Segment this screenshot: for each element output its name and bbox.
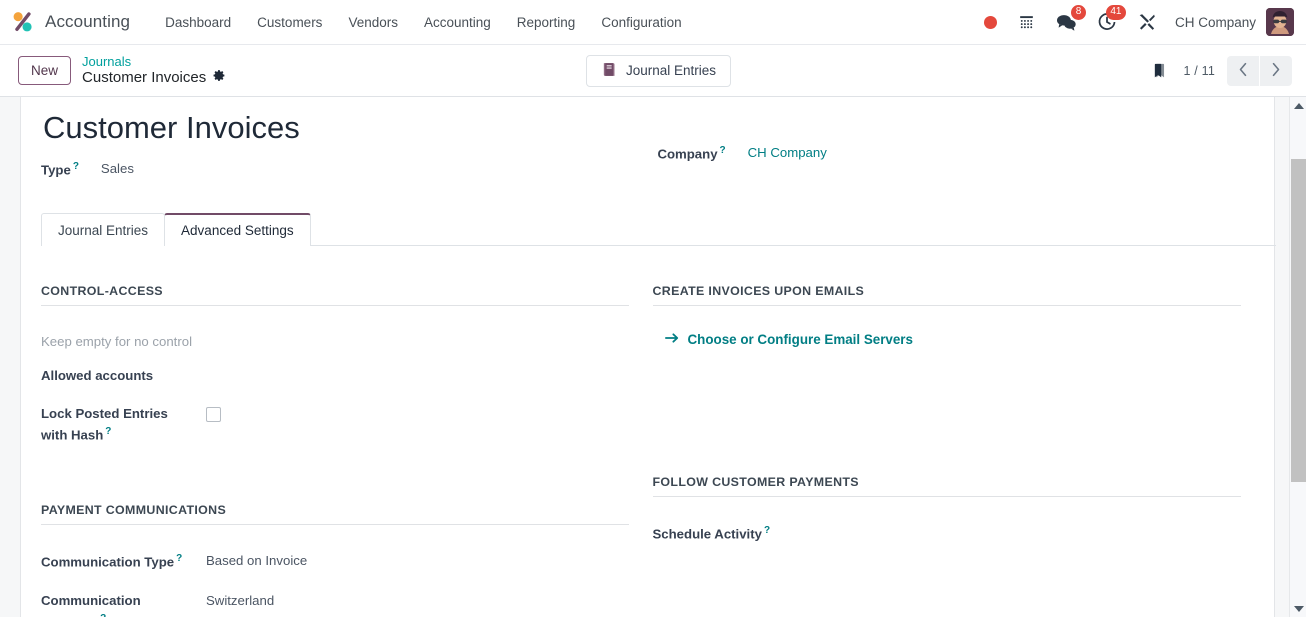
group-title-control-access: CONTROL-ACCESS [41, 284, 629, 306]
allowed-accounts-label: Allowed accounts [41, 367, 154, 383]
right-column: CREATE INVOICES UPON EMAILS Choose or Co… [652, 284, 1255, 617]
help-marker-icon[interactable]: ? [720, 145, 726, 156]
chevron-left-icon [1238, 62, 1248, 80]
scroll-down-arrow-icon[interactable] [1290, 600, 1306, 617]
pager-count[interactable]: 1 / 11 [1183, 64, 1215, 78]
group-title-create-invoices-upon-emails: CREATE INVOICES UPON EMAILS [652, 284, 1241, 306]
journal-entries-stat-label: Journal Entries [626, 63, 717, 78]
journal-entries-stat-button[interactable]: Journal Entries [586, 54, 732, 87]
help-marker-icon[interactable]: ? [764, 525, 770, 536]
field-company-label: Company? [657, 145, 726, 162]
field-type: Type? Sales [41, 159, 657, 181]
field-lock-posted-entries-label: Lock Posted Entries with Hash? [41, 405, 168, 442]
messages-icon[interactable]: 8 [1046, 0, 1087, 45]
tab-advanced-settings[interactable]: Advanced Settings [164, 212, 311, 246]
odoo-logo-icon [10, 9, 36, 35]
chevron-right-icon [1271, 62, 1281, 80]
menu-customers[interactable]: Customers [244, 9, 335, 36]
notebook-tabs: Journal Entries Advanced Settings [41, 212, 1276, 246]
systray: 8 41 CH Company [974, 0, 1294, 45]
tab-journal-entries[interactable]: Journal Entries [41, 212, 166, 246]
top-navbar: Accounting Dashboard Customers Vendors A… [0, 0, 1306, 45]
activities-badge: 41 [1105, 4, 1126, 20]
vertical-scrollbar[interactable] [1289, 97, 1306, 617]
field-schedule-activity-label: Schedule Activity? [652, 524, 771, 542]
arrow-right-icon [664, 332, 679, 347]
configure-email-servers-label: Choose or Configure Email Servers [687, 331, 913, 347]
record-dot-icon[interactable] [974, 0, 1007, 45]
help-marker-icon[interactable]: ? [176, 553, 182, 564]
help-marker-icon[interactable]: ? [73, 161, 79, 172]
menu-vendors[interactable]: Vendors [335, 9, 411, 36]
brand-home-link[interactable]: Accounting [10, 9, 130, 35]
scroll-up-arrow-icon[interactable] [1290, 97, 1306, 114]
form-view-area: EN Customer Invoices Type? Sales Company… [0, 97, 1306, 617]
field-type-value[interactable]: Sales [101, 159, 134, 179]
group-title-payment-communications: PAYMENT COMMUNICATIONS [41, 503, 629, 526]
book-icon [601, 61, 618, 81]
field-communication-type: Communication Type? Based on Invoice [41, 551, 643, 572]
avatar[interactable] [1266, 8, 1294, 36]
field-communication-type-label: Communication Type? [41, 553, 183, 570]
field-schedule-activity: Schedule Activity? [653, 523, 1255, 544]
menu-configuration[interactable]: Configuration [588, 9, 694, 36]
bookmark-icon[interactable] [1138, 62, 1183, 80]
control-panel: New Journals Customer Invoices Journal E… [0, 45, 1306, 97]
brand-name: Accounting [45, 12, 131, 31]
menu-dashboard[interactable]: Dashboard [152, 9, 244, 36]
activities-clock-icon[interactable]: 41 [1087, 0, 1127, 45]
form-sheet: EN Customer Invoices Type? Sales Company… [20, 97, 1276, 617]
field-lock-posted-entries: Lock Posted Entries with Hash? [41, 404, 643, 446]
group-title-follow-customer-payments: FOLLOW CUSTOMER PAYMENTS [652, 475, 1241, 497]
dialpad-icon[interactable] [1007, 0, 1046, 45]
lock-posted-entries-checkbox[interactable] [206, 406, 221, 422]
breadcrumb: Journals Customer Invoices [82, 54, 226, 87]
gear-icon[interactable] [213, 69, 226, 87]
page-title: Customer Invoices [43, 110, 300, 145]
field-type-label: Type? [41, 161, 79, 178]
menu-accounting[interactable]: Accounting [411, 9, 504, 36]
breadcrumb-journals[interactable]: Journals [82, 54, 226, 69]
advanced-settings-panel: CONTROL-ACCESS Keep empty for no control… [21, 246, 1274, 617]
field-company: Company? CH Company [657, 143, 1254, 165]
left-column: CONTROL-ACCESS Keep empty for no control… [41, 284, 643, 617]
tools-icon[interactable] [1127, 0, 1167, 45]
field-communication-type-value[interactable]: Based on Invoice [206, 551, 307, 571]
field-company-value[interactable]: CH Company [748, 143, 827, 163]
breadcrumb-current: Customer Invoices [82, 69, 226, 87]
menu-reporting[interactable]: Reporting [504, 9, 589, 36]
breadcrumb-current-label: Customer Invoices [82, 69, 207, 87]
field-communication-standard-label: Communication Standard? [41, 591, 206, 617]
current-company[interactable]: CH Company [1167, 15, 1266, 30]
messages-badge: 8 [1070, 4, 1086, 20]
pager-previous-button[interactable] [1227, 55, 1259, 86]
new-button[interactable]: New [18, 55, 72, 86]
field-communication-standard-value[interactable]: Switzerland [206, 591, 274, 611]
configure-email-servers-link[interactable]: Choose or Configure Email Servers [664, 331, 1255, 347]
scrollbar-thumb[interactable] [1291, 159, 1306, 482]
pager-next-button[interactable] [1260, 55, 1292, 86]
control-access-note: Keep empty for no control [41, 333, 193, 349]
help-marker-icon[interactable]: ? [105, 426, 111, 437]
main-menu: Dashboard Customers Vendors Accounting R… [152, 9, 695, 36]
help-marker-icon[interactable]: ? [100, 613, 106, 617]
field-communication-standard: Communication Standard? Switzerland [41, 591, 643, 617]
